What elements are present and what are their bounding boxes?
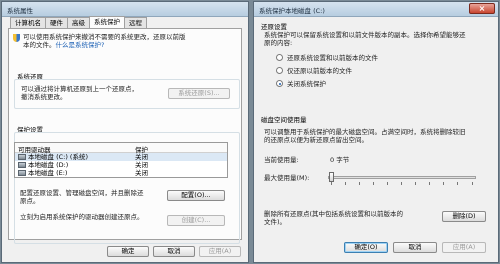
intro-text-line2: 本的文件。什么是系统保护?: [23, 41, 104, 49]
dialog-title: 系统保护本地磁盘 (C:): [259, 7, 325, 15]
ok-button[interactable]: 确定: [107, 246, 149, 257]
option-restore-settings-and-files-radio[interactable]: [276, 54, 283, 61]
configure-button[interactable]: 配置(O)...: [167, 190, 225, 201]
slider-tick: [387, 182, 388, 185]
slider-tick: [331, 182, 332, 185]
apply-button[interactable]: 应用(A): [442, 242, 486, 253]
system-protection-panel: 可以使用系统保护来撤消不需要的系统更改，还原以前版 本的文件。什么是系统保护? …: [8, 28, 242, 244]
slider-tick: [373, 182, 374, 185]
dialog-title-bar[interactable]: 系统保护本地磁盘 (C:) ×: [254, 2, 498, 17]
delete-button[interactable]: 删除(D): [442, 211, 486, 222]
protection-status: 关闭: [135, 169, 148, 177]
cancel-button[interactable]: 取消: [393, 242, 437, 253]
slider-tick: [472, 182, 473, 185]
slider-tick: [401, 182, 402, 185]
ok-button[interactable]: 确定(O): [344, 242, 388, 253]
slider-tick: [345, 182, 346, 185]
create-text-line1: 立刻为启用系统保护的驱动器创建还原点。: [20, 213, 144, 221]
slider-tick: [429, 182, 430, 185]
shield-icon: [13, 34, 20, 42]
protection-status: 关闭: [135, 161, 148, 169]
delete-text-line2: 文件)。: [264, 218, 287, 226]
restore-settings-title: 还原设置: [261, 23, 287, 31]
table-header: 可用驱动器 保护: [15, 143, 227, 154]
slider-track: [328, 176, 476, 179]
restore-settings-text-line1: 系统保护可以保留系统设置和以前文件版本的副本。选择你希望能够还: [264, 31, 466, 39]
drive-icon: [18, 170, 26, 176]
disk-usage-text-line2: 的还原点以便为新还原点留出空间。: [264, 136, 368, 144]
close-icon: ×: [478, 4, 486, 13]
system-protection-dialog: 系统保护本地磁盘 (C:) × 还原设置 系统保护可以保留系统设置和以前文件版本…: [253, 1, 499, 263]
restore-text-line1: 可以通过将计算机还原到上一个还原点，: [21, 85, 138, 93]
slider-tick: [415, 182, 416, 185]
slider-tick: [443, 182, 444, 185]
restore-text-line2: 撤消系统更改。: [21, 93, 67, 101]
drives-table[interactable]: 可用驱动器 保护 本地磁盘 (C:) (系统) 关闭 本地磁盘 (D:) 关闭 …: [14, 142, 228, 178]
create-button[interactable]: 创建(C)...: [167, 215, 225, 226]
disk-usage-text-line1: 可以调整用于系统保护的最大磁盘空间。占满空间时，系统将删除较旧: [264, 128, 466, 136]
slider-tick: [457, 182, 458, 185]
tab-advanced[interactable]: 高级: [67, 17, 90, 28]
delete-text-line1: 删除所有还原点(其中包括系统设置和以前版本的: [264, 210, 404, 218]
intro-text-line1: 可以使用系统保护来撤消不需要的系统更改，还原以前版: [23, 33, 186, 41]
option-restore-settings-and-files-label[interactable]: 还原系统设置和以前版本的文件: [287, 54, 378, 62]
drive-name: 本地磁盘 (C:) (系统): [28, 153, 89, 161]
option-turn-off-protection-label[interactable]: 关闭系统保护: [287, 80, 326, 88]
max-usage-slider[interactable]: [328, 170, 476, 186]
window-title: 系统属性: [7, 7, 33, 15]
current-usage-label: 当前使用量:: [264, 156, 299, 164]
system-restore-button[interactable]: 系统还原(S)...: [168, 88, 230, 99]
configure-text-line2: 原点。: [20, 197, 40, 205]
option-restore-files-only-label[interactable]: 仅还原以前版本的文件: [287, 67, 352, 75]
current-usage-value: 0 字节: [330, 156, 350, 164]
tab-system-protection[interactable]: 系统保护: [89, 16, 125, 28]
protection-status: 关闭: [135, 153, 148, 161]
title-bar[interactable]: 系统属性: [2, 2, 248, 17]
table-row[interactable]: 本地磁盘 (D:) 关闭: [15, 161, 227, 169]
drive-name: 本地磁盘 (E:): [28, 169, 68, 177]
max-usage-label: 最大使用量(M):: [264, 174, 310, 182]
intro-text-tail: 本的文件。: [23, 41, 56, 49]
tab-computer-name[interactable]: 计算机名: [10, 17, 46, 28]
configure-text-line1: 配置还原设置、管理磁盘空间，并且删除还: [20, 189, 144, 197]
what-is-system-protection-link[interactable]: 什么是系统保护?: [56, 41, 105, 49]
option-turn-off-protection-radio[interactable]: [276, 80, 283, 87]
tab-remote[interactable]: 远程: [124, 17, 147, 28]
system-properties-window: 系统属性 计算机名 硬件 高级 系统保护 远程 可以使用系统保护来撤消不需要的系…: [1, 1, 249, 263]
disk-usage-title: 磁盘空间使用量: [261, 116, 307, 124]
drive-icon: [18, 162, 26, 168]
slider-tick: [359, 182, 360, 185]
apply-button[interactable]: 应用(A): [199, 246, 241, 257]
close-button[interactable]: ×: [469, 3, 495, 14]
option-restore-files-only-radio[interactable]: [276, 67, 283, 74]
table-row[interactable]: 本地磁盘 (E:) 关闭: [15, 169, 227, 177]
table-row[interactable]: 本地磁盘 (C:) (系统) 关闭: [15, 153, 227, 161]
restore-settings-text-line2: 原的内容:: [264, 39, 293, 47]
tab-hardware[interactable]: 硬件: [45, 17, 68, 28]
cancel-button[interactable]: 取消: [153, 246, 195, 257]
slider-thumb[interactable]: [329, 172, 334, 182]
drive-icon: [18, 154, 26, 160]
drive-name: 本地磁盘 (D:): [28, 161, 69, 169]
